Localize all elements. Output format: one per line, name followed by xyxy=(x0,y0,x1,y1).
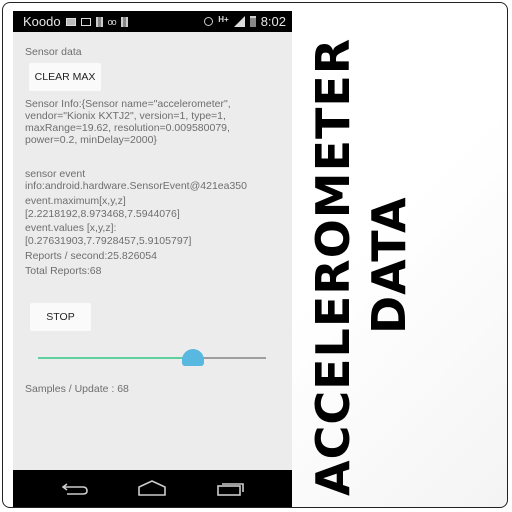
reports-per-second: Reports / second:25.826054 xyxy=(25,250,157,262)
event-line: info:android.hardware.SensorEvent@421ea3… xyxy=(25,180,247,192)
voicemail-icon: oo xyxy=(107,16,117,27)
mail-icon xyxy=(65,17,76,26)
sensor-info-line: Sensor Info:{Sensor name="accelerometer"… xyxy=(25,98,231,110)
banner-title-line2: DATA xyxy=(362,196,416,334)
banner-title-line1: ACCELEROMETER xyxy=(306,37,360,496)
total-reports: Total Reports:68 xyxy=(25,265,102,277)
sensor-info-line: maxRange=19.62, resolution=0.009580079, xyxy=(25,122,230,134)
event-line: event.values [x,y,z]: xyxy=(25,222,117,234)
clear-max-button[interactable]: CLEAR MAX xyxy=(29,63,101,91)
home-icon[interactable] xyxy=(137,480,167,496)
stop-button[interactable]: STOP xyxy=(30,303,91,331)
alarm-icon xyxy=(204,17,214,26)
sensor-info-line: vendor="Kionix KXTJ2", version=1, type=1… xyxy=(25,110,226,122)
image-icon xyxy=(80,17,91,26)
navigation-bar xyxy=(13,470,292,507)
battery-icon xyxy=(249,16,256,27)
signal-icon xyxy=(233,16,245,27)
barcode-icon xyxy=(95,16,103,27)
carrier-name: Koodo xyxy=(23,14,61,29)
samples-per-update: Samples / Update : 68 xyxy=(25,383,129,395)
phone-screen: Koodo oo H+ 8:02 Sensor data CLEAR MAX S… xyxy=(13,11,292,507)
status-bar: Koodo oo H+ 8:02 xyxy=(13,11,292,32)
recents-icon[interactable] xyxy=(217,480,245,496)
back-icon[interactable] xyxy=(61,480,89,496)
sensor-data-heading: Sensor data xyxy=(25,46,82,58)
clock: 8:02 xyxy=(260,14,286,29)
event-line: event.maximum[x,y,z] xyxy=(25,195,126,207)
event-line: [2.2218192,8.973468,7.5944076] xyxy=(25,208,180,220)
barcode-icon xyxy=(120,16,128,27)
sensor-info-line: power=0.2, minDelay=2000} xyxy=(25,134,157,146)
network-type-icon: H+ xyxy=(218,15,229,24)
event-line: [0.27631903,7.7928457,5.9105797] xyxy=(25,235,192,247)
event-line: sensor event xyxy=(25,168,86,180)
slider-thumb[interactable] xyxy=(182,349,205,366)
slider-track-active[interactable] xyxy=(38,357,194,359)
